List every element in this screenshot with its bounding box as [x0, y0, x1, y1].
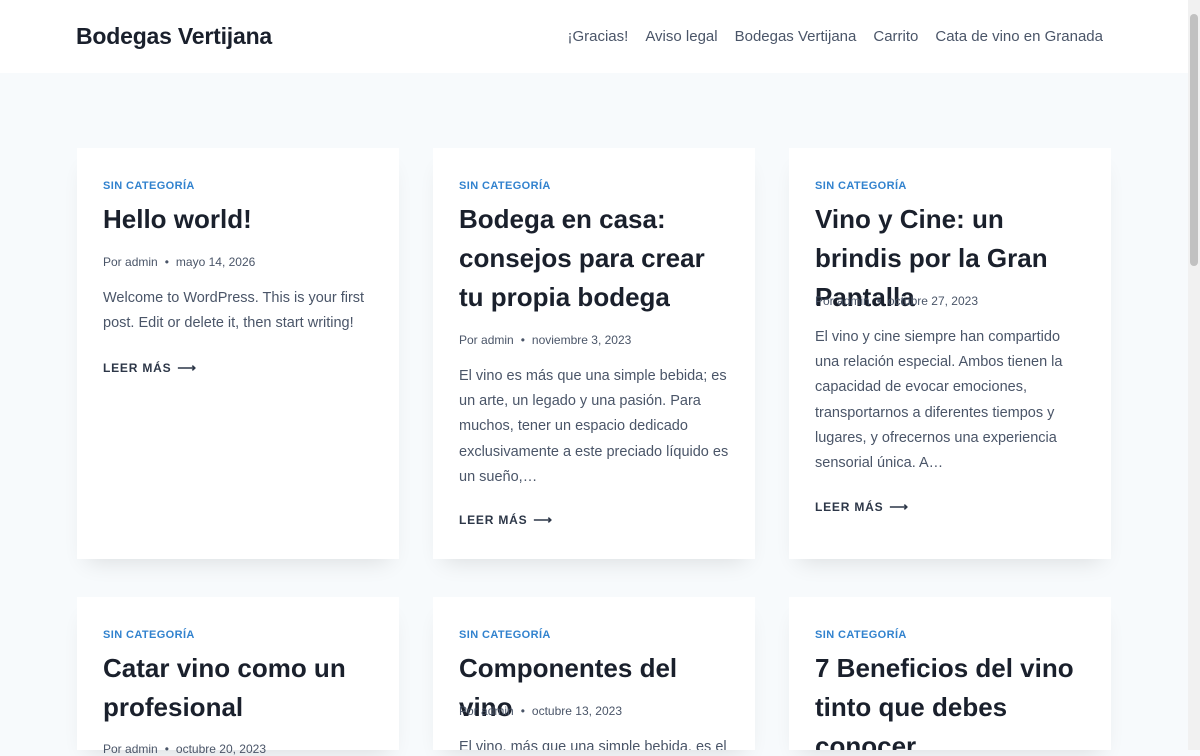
nav-item-cata-de-vino[interactable]: Cata de vino en Granada — [935, 28, 1103, 45]
meta-separator: • — [520, 333, 525, 347]
scrollbar[interactable] — [1188, 0, 1200, 750]
nav-item-bodegas-vertijana[interactable]: Bodegas Vertijana — [735, 28, 857, 45]
post-author[interactable]: admin — [125, 255, 158, 269]
post-card: SIN CATEGORÍA 7 Beneficios del vino tint… — [789, 597, 1111, 750]
post-author[interactable]: admin — [481, 333, 514, 347]
meta-separator: • — [164, 742, 169, 756]
meta-separator: • — [164, 255, 169, 269]
read-more-label: LEER MÁS — [103, 361, 172, 375]
author-prefix: Por — [459, 704, 478, 718]
post-meta: Por admin • octubre 13, 2023 — [459, 704, 622, 718]
author-prefix: Por — [103, 742, 122, 756]
meta-separator: • — [520, 704, 525, 718]
post-author[interactable]: admin — [125, 742, 158, 756]
post-title[interactable]: Bodega en casa: consejos para crear tu p… — [459, 200, 731, 317]
post-author[interactable]: admin — [481, 704, 514, 718]
post-title[interactable]: Catar vino como un profesional — [103, 649, 375, 727]
post-excerpt: El vino y cine siempre han compartido un… — [815, 329, 1063, 472]
post-category[interactable]: SIN CATEGORÍA — [815, 180, 907, 192]
read-more-label: LEER MÁS — [459, 513, 528, 527]
read-more-label: LEER MÁS — [815, 500, 884, 514]
post-card: SIN CATEGORÍA Componentes del vino Por a… — [433, 597, 755, 750]
post-meta: Por admin • octubre 27, 2023 — [815, 294, 978, 308]
meta-separator: • — [876, 294, 881, 308]
post-date[interactable]: octubre 20, 2023 — [176, 742, 266, 756]
post-category[interactable]: SIN CATEGORÍA — [815, 629, 907, 641]
post-excerpt: El vino, más que una simple bebida, es e… — [459, 739, 727, 750]
site-header: Bodegas Vertijana ¡Gracias! Aviso legal … — [0, 0, 1188, 73]
post-excerpt: Welcome to WordPress. This is your first… — [103, 290, 365, 332]
read-more-link[interactable]: LEER MÁS ⟶ — [815, 499, 909, 515]
primary-nav: ¡Gracias! Aviso legal Bodegas Vertijana … — [567, 28, 1103, 45]
post-excerpt: El vino es más que una simple bebida; es… — [459, 368, 729, 485]
post-card: SIN CATEGORÍA Catar vino como un profesi… — [77, 597, 399, 756]
post-title[interactable]: Hello world! — [103, 200, 375, 239]
site-title[interactable]: Bodegas Vertijana — [76, 23, 272, 50]
post-card: SIN CATEGORÍA Hello world! Por admin • may… — [77, 148, 399, 559]
arrow-right-icon: ⟶ — [177, 360, 197, 375]
post-date[interactable]: octubre 13, 2023 — [532, 704, 622, 718]
post-meta: Por admin • octubre 20, 2023 — [103, 742, 266, 756]
author-prefix: Por — [459, 333, 478, 347]
post-title[interactable]: 7 Beneficios del vino tinto que debes co… — [815, 649, 1087, 750]
nav-item-carrito[interactable]: Carrito — [873, 28, 918, 45]
post-date[interactable]: octubre 27, 2023 — [888, 294, 978, 308]
arrow-right-icon: ⟶ — [889, 499, 909, 514]
post-card: SIN CATEGORÍA Vino y Cine: un brindis po… — [789, 148, 1111, 559]
post-category[interactable]: SIN CATEGORÍA — [103, 629, 195, 641]
read-more-link[interactable]: LEER MÁS ⟶ — [459, 512, 553, 528]
post-author[interactable]: admin — [837, 294, 870, 308]
post-card: SIN CATEGORÍA Bodega en casa: consejos p… — [433, 148, 755, 559]
nav-item-aviso-legal[interactable]: Aviso legal — [645, 28, 717, 45]
arrow-right-icon: ⟶ — [533, 512, 553, 527]
post-category[interactable]: SIN CATEGORÍA — [103, 180, 195, 192]
post-category[interactable]: SIN CATEGORÍA — [459, 629, 551, 641]
author-prefix: Por — [815, 294, 834, 308]
post-date[interactable]: noviembre 3, 2023 — [532, 333, 631, 347]
read-more-link[interactable]: LEER MÁS ⟶ — [103, 360, 197, 376]
post-category[interactable]: SIN CATEGORÍA — [459, 180, 551, 192]
scrollbar-thumb[interactable] — [1190, 14, 1198, 266]
author-prefix: Por — [103, 255, 122, 269]
post-meta: Por admin • noviembre 3, 2023 — [459, 333, 631, 347]
post-meta: Por admin • mayo 14, 2026 — [103, 255, 255, 269]
nav-item-gracias[interactable]: ¡Gracias! — [567, 28, 628, 45]
post-date[interactable]: mayo 14, 2026 — [176, 255, 255, 269]
